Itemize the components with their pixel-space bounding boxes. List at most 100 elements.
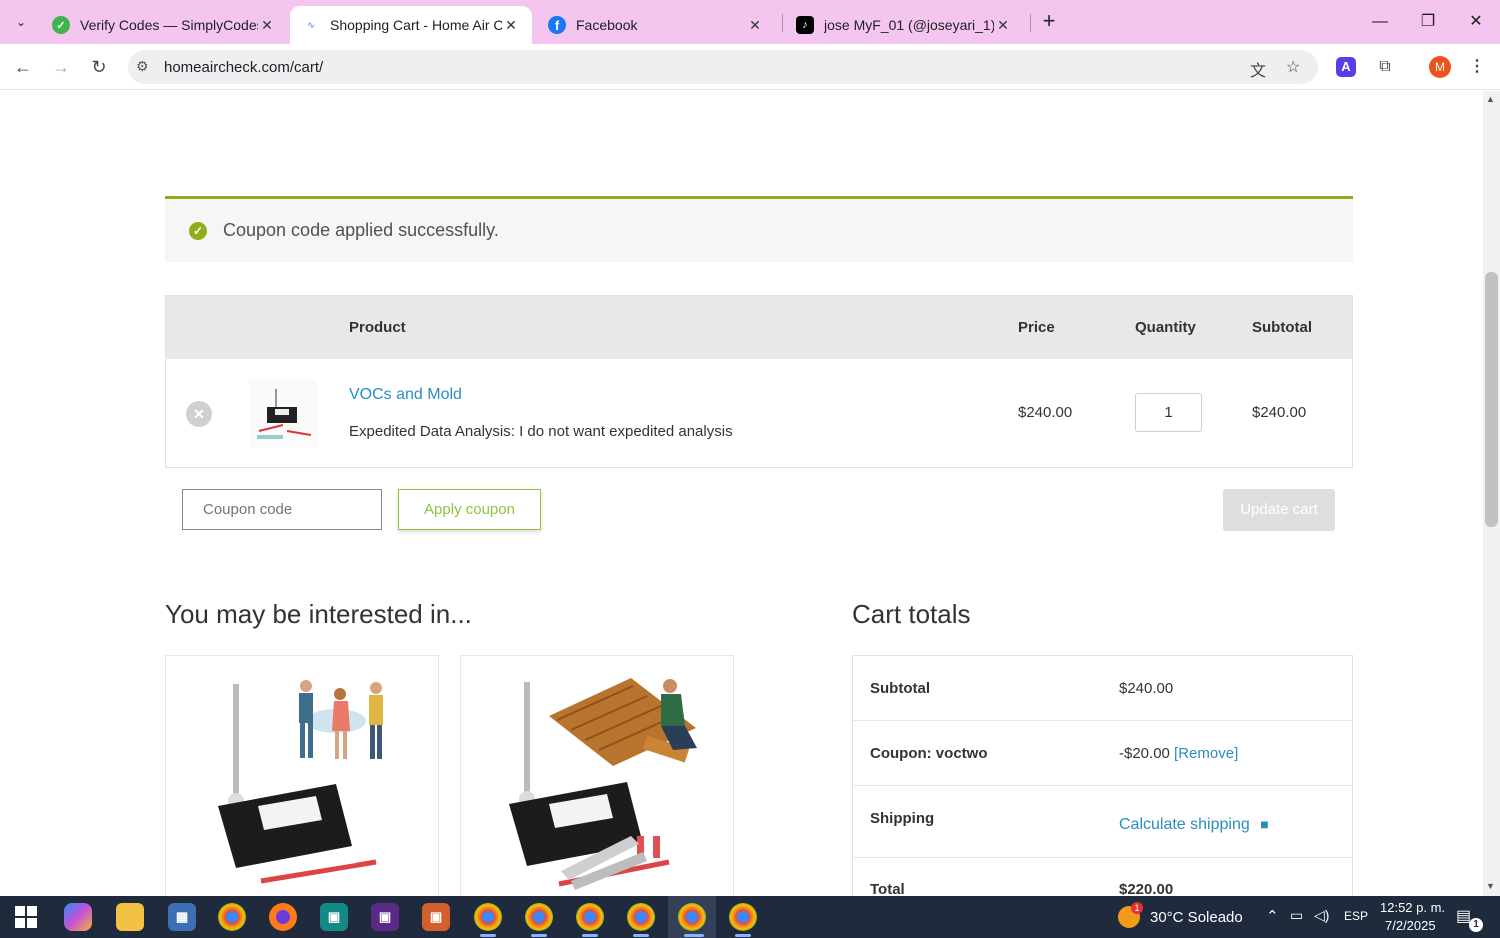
weather-text[interactable]: 30°C Soleado — [1150, 909, 1243, 926]
purple-app-icon[interactable]: ▣ — [371, 903, 399, 931]
product-price: $240.00 — [1018, 404, 1073, 421]
tab-title: Shopping Cart - Home Air Chec — [330, 17, 502, 33]
copilot-icon[interactable] — [64, 903, 92, 931]
homeaircheck-favicon-icon: ∿ — [302, 16, 320, 34]
tab-search-chevron-icon[interactable]: ⌄ — [6, 8, 36, 36]
cart-table-header: Product Price Quantity Subtotal — [166, 296, 1352, 359]
running-indicator — [531, 934, 547, 937]
browser-toolbar: ← → ↻ ⚙ homeaircheck.com/cart/ 文 ☆ A ⧉ M… — [0, 44, 1500, 90]
header-price: Price — [1018, 319, 1055, 336]
upsell-product-card[interactable] — [165, 655, 439, 896]
cart-item-row: ✕ VOCs and Mold Expedited Data Analysis:… — [166, 359, 1352, 467]
active-indicator — [684, 934, 704, 937]
tab-title: Verify Codes — SimplyCodes — [80, 17, 258, 33]
chrome-profile-m2-icon[interactable] — [729, 903, 757, 931]
weather-badge: 1 — [1131, 902, 1143, 914]
remove-item-icon[interactable]: ✕ — [186, 401, 212, 427]
update-cart-button[interactable]: Update cart — [1223, 489, 1335, 531]
file-explorer-icon[interactable] — [116, 903, 144, 931]
site-info-icon[interactable]: ⚙ — [136, 58, 149, 75]
coupon-code-input[interactable] — [182, 489, 382, 530]
chrome-profile-p-icon[interactable] — [474, 903, 502, 931]
tab-title: Facebook — [576, 17, 638, 33]
calculator-icon[interactable]: ▦ — [168, 903, 196, 931]
chrome-profile-m-icon[interactable] — [576, 903, 604, 931]
clock-date[interactable]: 7/2/2025 — [1385, 918, 1436, 933]
menu-kebab-icon[interactable]: ⋮ — [1464, 54, 1490, 80]
apply-coupon-button[interactable]: Apply coupon — [398, 489, 541, 530]
back-arrow-icon[interactable]: ← — [8, 52, 38, 82]
totals-row-total: Total $220.00 — [853, 858, 1352, 896]
tab-tiktok[interactable]: ♪ jose MyF_01 (@joseyari_1) | Tik ✕ — [784, 6, 1024, 44]
tray-chevron-up-icon[interactable]: ⌃ — [1266, 907, 1279, 925]
bookmark-star-icon[interactable]: ☆ — [1286, 57, 1300, 77]
upsell-product-image[interactable] — [166, 656, 438, 896]
chrome-profile-m-active-icon[interactable] — [678, 903, 706, 931]
url-text[interactable]: homeaircheck.com/cart/ — [164, 59, 323, 76]
running-indicator — [480, 934, 496, 937]
product-name-link[interactable]: VOCs and Mold — [349, 386, 462, 404]
calculate-shipping-link[interactable]: Calculate shipping — [1119, 816, 1250, 833]
notice-message: Coupon code applied successfully. — [223, 220, 499, 240]
product-meta: Expedited Data Analysis: I do not want e… — [349, 423, 733, 440]
chrome-profile-j-icon[interactable] — [627, 903, 655, 931]
translate-icon[interactable]: 文 — [1250, 57, 1266, 81]
quantity-input[interactable]: 1 — [1135, 393, 1202, 432]
totals-shipping-label: Shipping — [870, 810, 935, 827]
browser-tab-bar: ⌄ ✓ Verify Codes — SimplyCodes ✕ ∿ Shopp… — [0, 0, 1500, 44]
shipping-truck-icon[interactable]: ■ — [1260, 816, 1268, 832]
upsell-product-card[interactable] — [460, 655, 734, 896]
tab-simplycodes[interactable]: ✓ Verify Codes — SimplyCodes ✕ — [40, 6, 288, 44]
close-icon[interactable]: ✕ — [994, 17, 1012, 34]
tab-title: jose MyF_01 (@joseyari_1) | Tik — [824, 17, 994, 33]
extension-a-icon[interactable]: A — [1336, 57, 1356, 77]
clock-time[interactable]: 12:52 p. m. — [1380, 900, 1445, 915]
close-icon[interactable]: ✕ — [746, 17, 764, 34]
upsell-product-image[interactable] — [461, 656, 733, 896]
close-icon[interactable]: ✕ — [502, 17, 520, 34]
new-tab-plus-icon[interactable]: + — [1036, 9, 1062, 35]
totals-coupon-label: Coupon: voctwo — [870, 745, 988, 762]
profile-avatar[interactable]: M — [1429, 56, 1451, 78]
product-subtotal: $240.00 — [1252, 404, 1307, 421]
totals-subtotal-label: Subtotal — [870, 680, 930, 697]
close-icon[interactable]: ✕ — [258, 17, 276, 34]
scroll-up-arrow-icon[interactable]: ▲ — [1486, 94, 1495, 104]
product-thumbnail[interactable] — [249, 379, 317, 447]
totals-row-subtotal: Subtotal $240.00 — [853, 656, 1352, 721]
network-icon[interactable]: ▭ — [1290, 907, 1303, 924]
remove-coupon-link[interactable]: [Remove] — [1174, 745, 1238, 762]
chrome-profile-icon[interactable] — [525, 903, 553, 931]
windows-start-icon[interactable] — [12, 903, 40, 931]
totals-row-coupon: Coupon: voctwo -$20.00 [Remove] — [853, 721, 1352, 786]
restore-icon[interactable]: ❐ — [1408, 8, 1448, 36]
notification-count-badge: 1 — [1469, 918, 1483, 932]
address-bar[interactable]: ⚙ homeaircheck.com/cart/ 文 ☆ — [128, 50, 1318, 84]
running-indicator — [633, 934, 649, 937]
language-indicator[interactable]: ESP — [1344, 909, 1368, 923]
totals-subtotal-value: $240.00 — [1119, 680, 1174, 697]
cart-table: Product Price Quantity Subtotal ✕ VOCs a… — [165, 295, 1353, 468]
volume-icon[interactable]: ◁) — [1314, 907, 1329, 924]
scrollbar-thumb[interactable] — [1485, 272, 1498, 527]
cart-totals-table: Subtotal $240.00 Coupon: voctwo -$20.00 … — [852, 655, 1353, 896]
scroll-down-arrow-icon[interactable]: ▼ — [1486, 881, 1495, 891]
extensions-puzzle-icon[interactable]: ⧉ — [1372, 54, 1398, 80]
facebook-icon: f — [548, 16, 566, 34]
totals-row-shipping: Shipping Calculate shipping ■ — [853, 786, 1352, 858]
page-scrollbar[interactable]: ▲ ▼ — [1483, 91, 1500, 896]
forward-arrow-icon[interactable]: → — [46, 52, 76, 82]
teal-app-icon[interactable]: ▣ — [320, 903, 348, 931]
tiktok-icon: ♪ — [796, 16, 814, 34]
minimize-icon[interactable]: — — [1360, 8, 1400, 36]
window-close-icon[interactable]: ✕ — [1456, 8, 1496, 36]
reload-icon[interactable]: ↻ — [84, 52, 114, 82]
tab-separator — [1030, 14, 1031, 32]
header-quantity: Quantity — [1135, 319, 1196, 336]
orange-app-icon[interactable]: ▣ — [422, 903, 450, 931]
chrome-icon[interactable] — [218, 903, 246, 931]
tab-facebook[interactable]: f Facebook ✕ — [536, 6, 776, 44]
firefox-icon[interactable] — [269, 903, 297, 931]
tab-shopping-cart[interactable]: ∿ Shopping Cart - Home Air Chec ✕ — [290, 6, 532, 44]
running-indicator — [735, 934, 751, 937]
